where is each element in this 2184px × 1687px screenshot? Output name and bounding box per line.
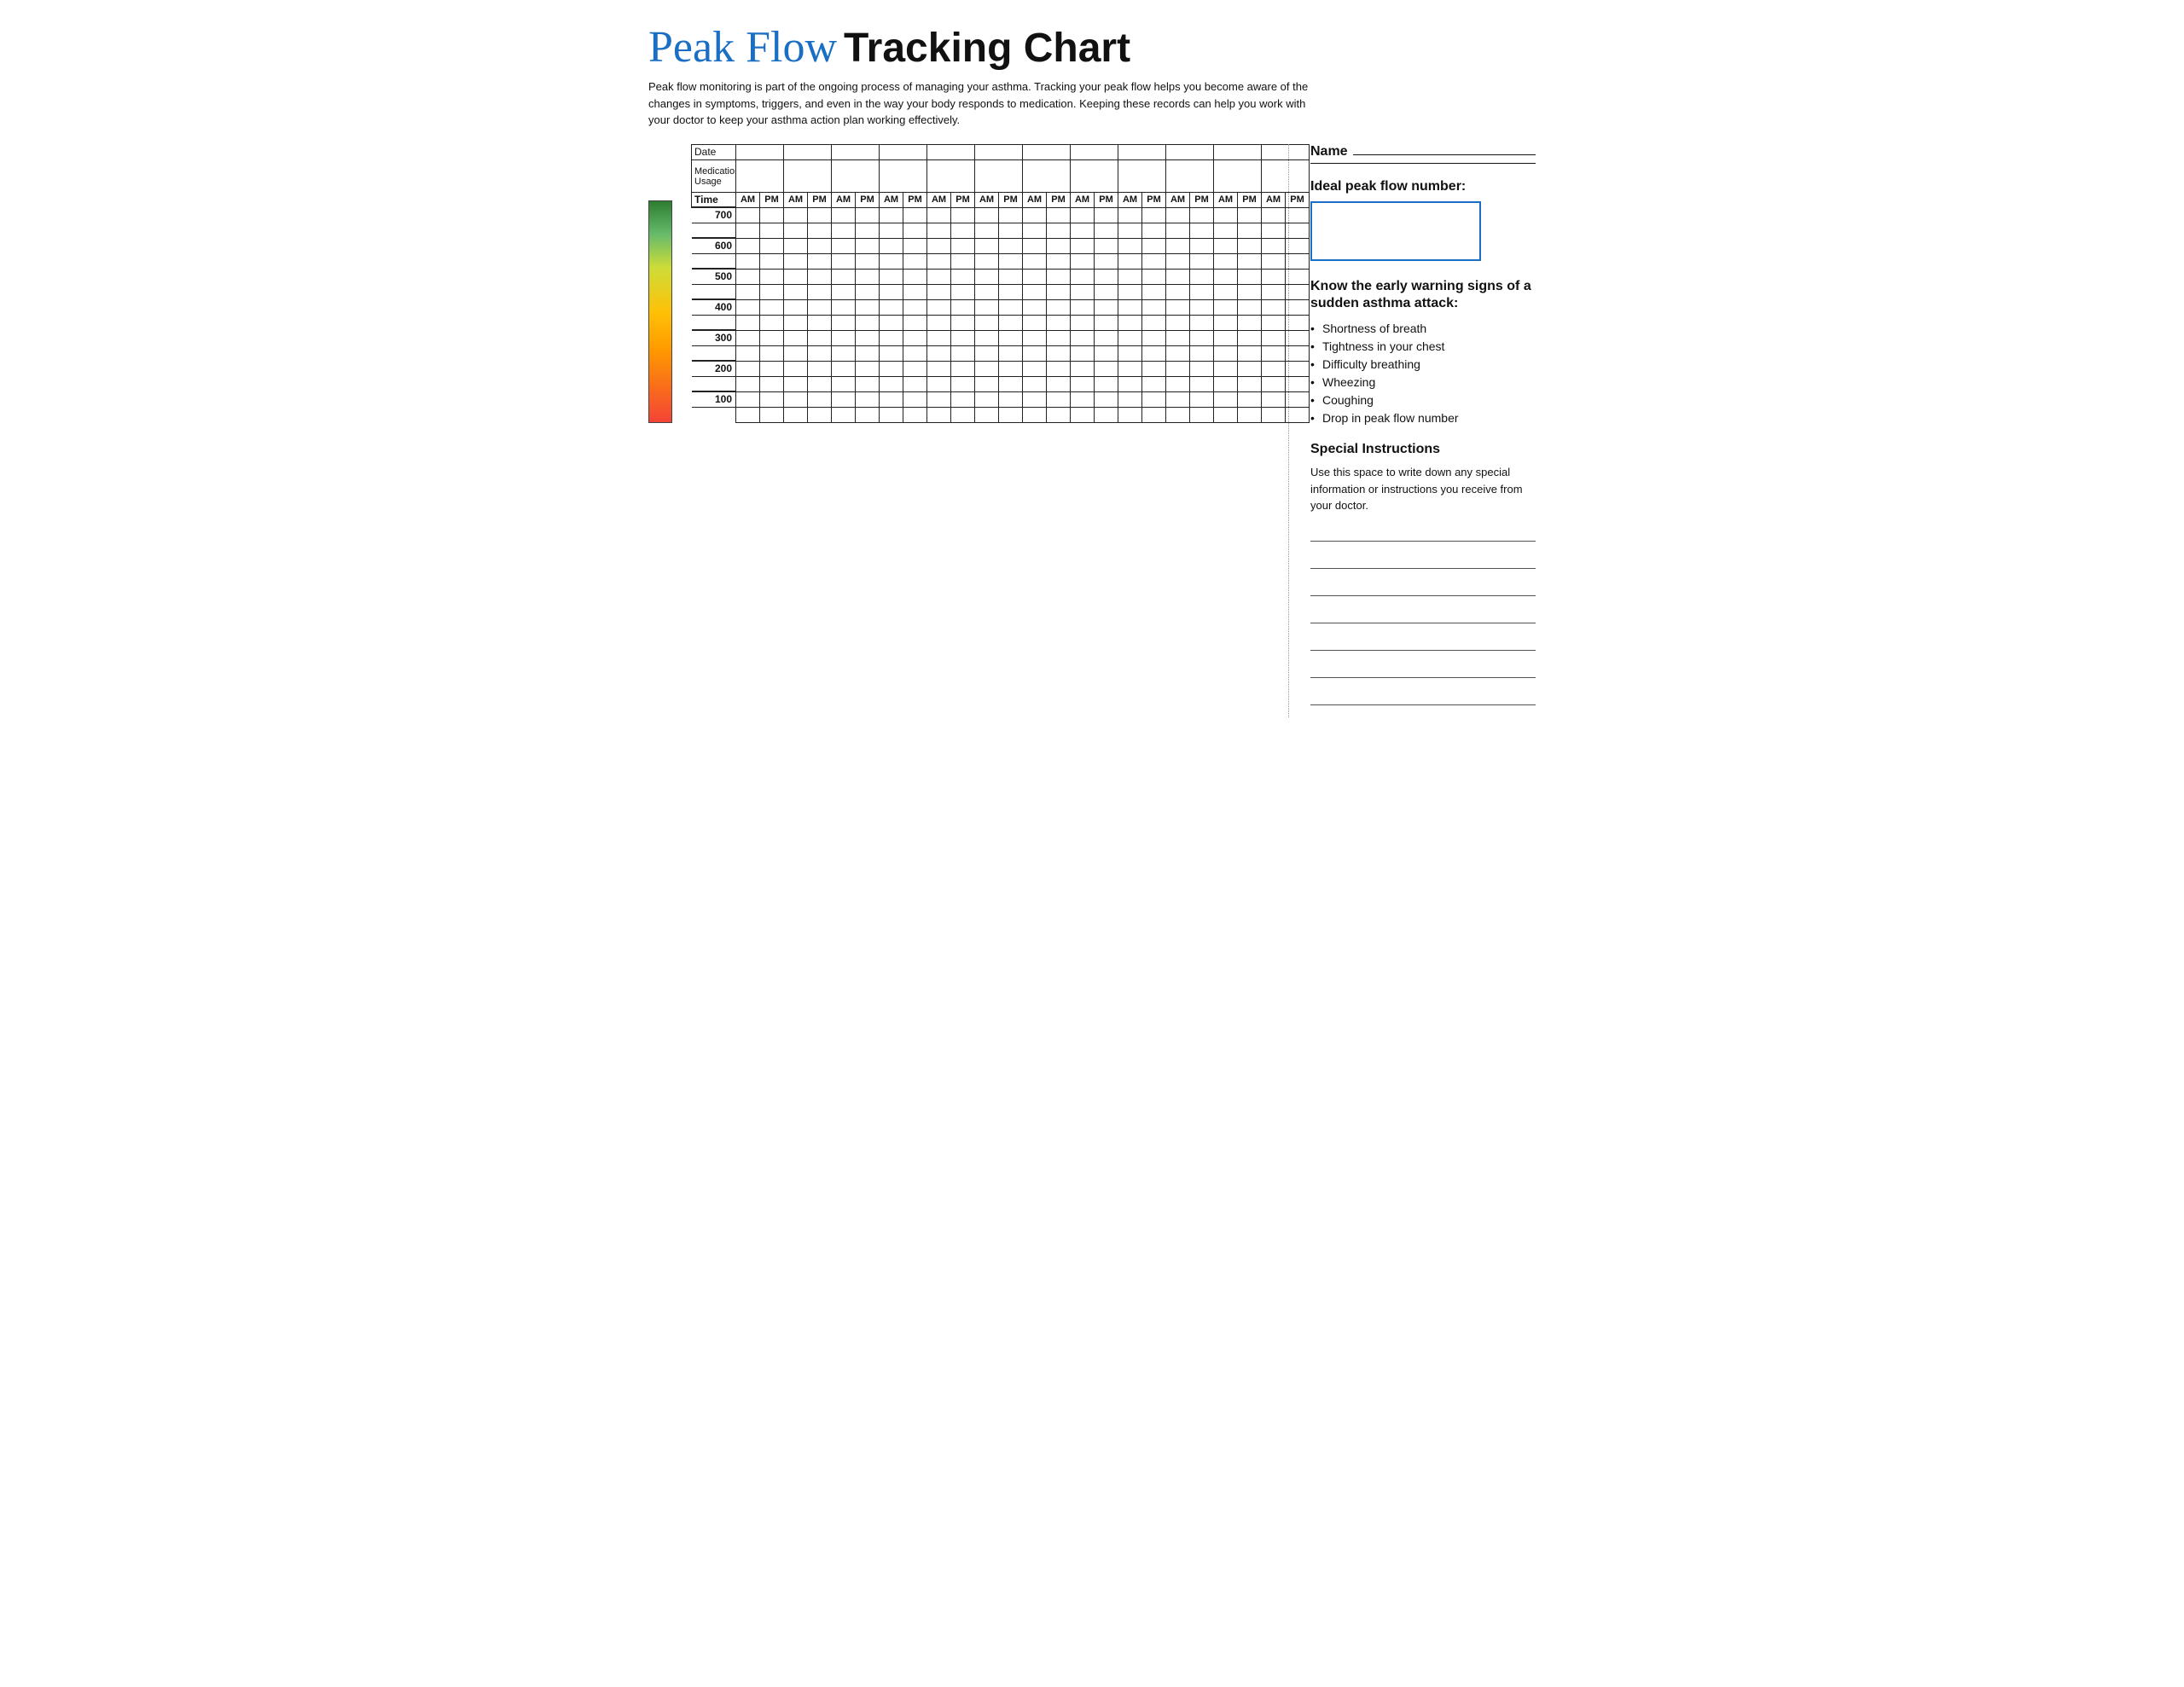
write-line-2 xyxy=(1310,554,1536,569)
row-600: 600 xyxy=(692,238,1310,253)
row-400: 400 xyxy=(692,299,1310,315)
warning-item-1: Shortness of breath xyxy=(1310,322,1536,335)
sidebar-section: Name Ideal peak flow number: Know the ea… xyxy=(1288,144,1536,717)
chart-container: Date xyxy=(648,144,1273,423)
row-550 xyxy=(692,253,1310,269)
warning-title: Know the early warning signs of a sudden… xyxy=(1310,278,1536,314)
medication-label: MedicationUsage xyxy=(692,159,736,192)
time-label: Time xyxy=(692,192,736,207)
time-row: Time AMPM AMPM AMPM AMPM AMPM AMPM AMPM … xyxy=(692,192,1310,207)
write-line-1 xyxy=(1310,526,1536,542)
row-150 xyxy=(692,376,1310,391)
row-250 xyxy=(692,345,1310,361)
ideal-box[interactable] xyxy=(1310,201,1481,261)
ideal-section: Ideal peak flow number: xyxy=(1310,179,1536,261)
title-script: Peak Flow xyxy=(648,26,837,70)
title-bold: Tracking Chart xyxy=(844,28,1130,69)
date-label: Date xyxy=(692,144,736,159)
row-300: 300 xyxy=(692,330,1310,345)
warning-item-4: Wheezing xyxy=(1310,375,1536,389)
warning-item-6: Drop in peak flow number xyxy=(1310,411,1536,425)
write-line-6 xyxy=(1310,663,1536,678)
warning-item-3: Difficulty breathing xyxy=(1310,357,1536,371)
write-line-3 xyxy=(1310,581,1536,596)
row-700: 700 xyxy=(692,207,1310,223)
peak-flow-table: Date xyxy=(691,144,1310,423)
warning-item-2: Tightness in your chest xyxy=(1310,339,1536,353)
warning-item-5: Coughing xyxy=(1310,393,1536,407)
name-label: Name xyxy=(1310,144,1536,164)
warning-section: Know the early warning signs of a sudden… xyxy=(1310,278,1536,426)
write-line-7 xyxy=(1310,690,1536,705)
date-row: Date xyxy=(692,144,1310,159)
main-content: Date xyxy=(648,144,1536,717)
special-section: Special Instructions Use this space to w… xyxy=(1310,442,1536,705)
write-line-5 xyxy=(1310,635,1536,651)
row-500: 500 xyxy=(692,269,1310,284)
row-450 xyxy=(692,284,1310,299)
write-line-4 xyxy=(1310,608,1536,623)
row-650 xyxy=(692,223,1310,238)
name-section: Name xyxy=(1310,144,1536,164)
special-desc: Use this space to write down any special… xyxy=(1310,464,1536,514)
page-wrapper: Peak Flow Tracking Chart Peak flow monit… xyxy=(648,26,1536,717)
ideal-label: Ideal peak flow number: xyxy=(1310,179,1536,194)
chart-table-wrapper: Date xyxy=(691,144,1273,423)
medication-row: MedicationUsage xyxy=(692,159,1310,192)
description-text: Peak flow monitoring is part of the ongo… xyxy=(648,78,1314,129)
row-200: 200 xyxy=(692,361,1310,376)
row-350 xyxy=(692,315,1310,330)
special-title: Special Instructions xyxy=(1310,442,1536,457)
row-100: 100 xyxy=(692,391,1310,407)
warning-list: Shortness of breath Tightness in your ch… xyxy=(1310,322,1536,425)
row-50 xyxy=(692,407,1310,422)
chart-section: Date xyxy=(648,144,1273,717)
header-section: Peak Flow Tracking Chart Peak flow monit… xyxy=(648,26,1536,129)
title-row: Peak Flow Tracking Chart xyxy=(648,26,1536,70)
